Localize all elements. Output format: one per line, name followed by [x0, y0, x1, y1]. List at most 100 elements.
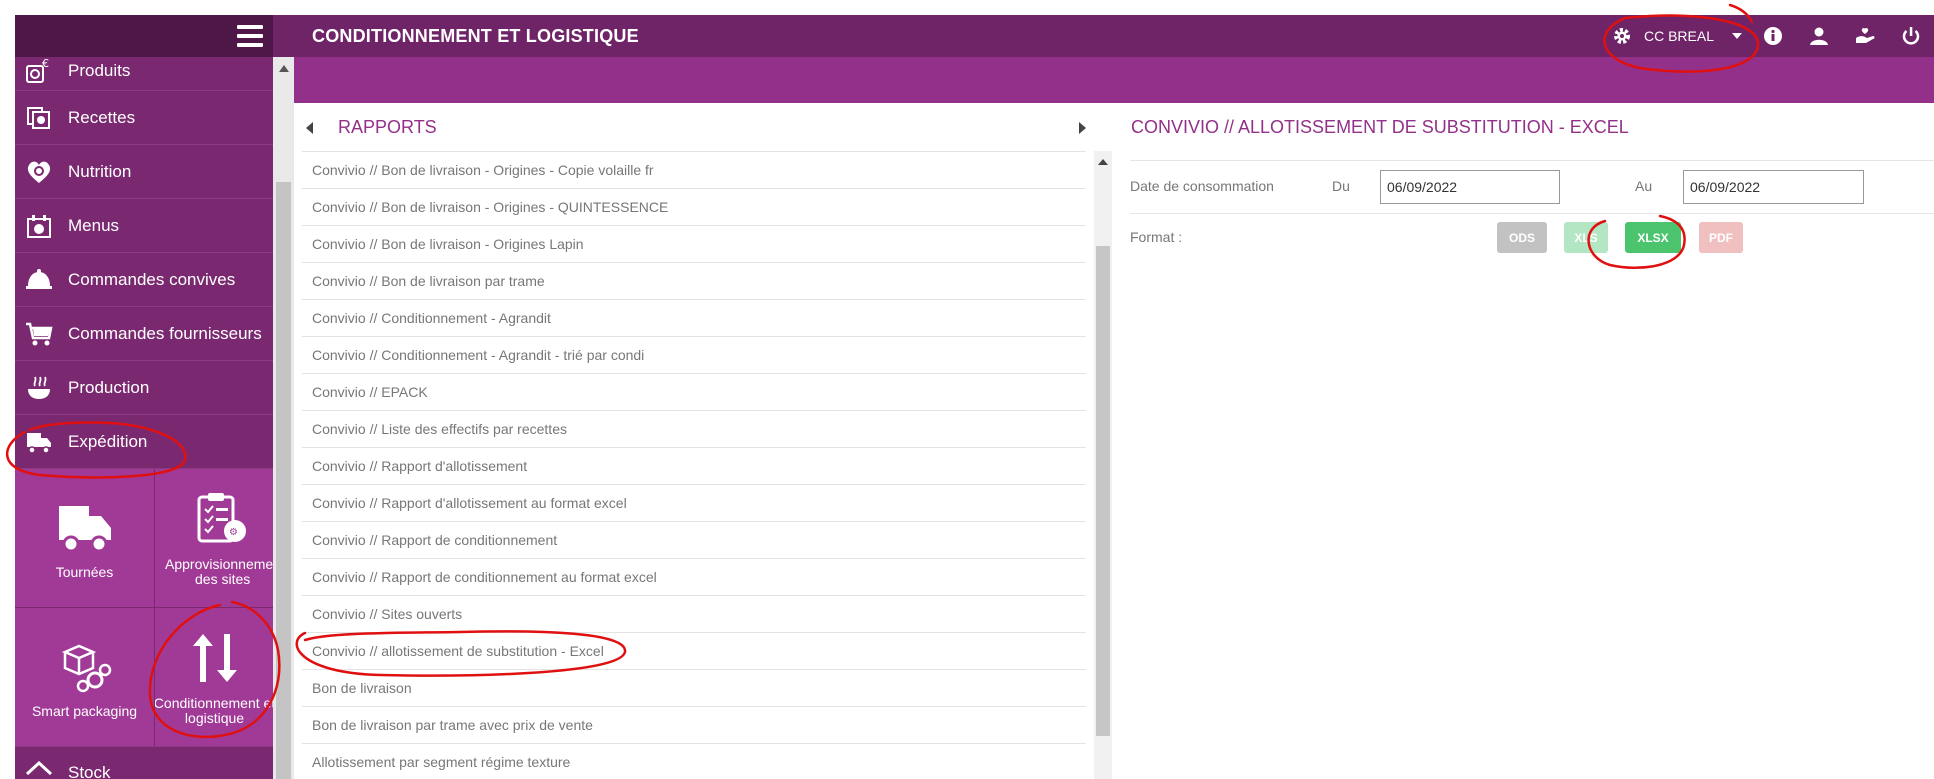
- sidebar-item-produits[interactable]: € Produits: [15, 51, 273, 91]
- site-selector[interactable]: CC BREAL: [1604, 15, 1750, 57]
- report-item[interactable]: Convivio // Sites ouverts: [302, 595, 1086, 632]
- sidebar-scrollbar[interactable]: [273, 57, 294, 779]
- scrollbar-thumb[interactable]: [276, 182, 291, 779]
- hamburger-menu-icon[interactable]: [237, 25, 263, 47]
- help-button[interactable]: [1842, 15, 1888, 57]
- reports-list: Convivio // Bon de livraison - Origines …: [302, 151, 1086, 779]
- format-ods-button[interactable]: ODS: [1497, 222, 1547, 253]
- report-item[interactable]: Convivio // Rapport d'allotissement: [302, 447, 1086, 484]
- sidebar-item-label: Nutrition: [68, 161, 132, 181]
- report-item[interactable]: Convivio // Liste des effectifs par rece…: [302, 410, 1086, 447]
- sidebar-item-nutrition[interactable]: Nutrition: [15, 145, 273, 199]
- report-item[interactable]: Convivio // Conditionnement - Agrandit: [302, 299, 1086, 336]
- format-xlsx-button[interactable]: XLSX: [1625, 222, 1681, 253]
- sidebar-item-label: Stock: [68, 763, 111, 779]
- au-label: Au: [1635, 178, 1653, 194]
- recipes-icon: [25, 104, 53, 132]
- du-label: Du: [1332, 178, 1350, 194]
- scroll-up-icon[interactable]: [1098, 159, 1108, 165]
- sub-header-bar: [294, 57, 1934, 103]
- sidebar-item-label: Menus: [68, 215, 120, 235]
- clipboard-icon: ⚙: [191, 489, 251, 549]
- page-title: CONDITIONNEMENT ET LOGISTIQUE: [312, 26, 639, 46]
- sidebar-item-recettes[interactable]: Recettes: [15, 91, 273, 145]
- sidebar-item-production[interactable]: Production: [15, 361, 273, 415]
- house-icon: [25, 759, 53, 779]
- sub-menu-tiles: Tournées ⚙ Approvisionnement des sites S…: [15, 469, 273, 746]
- power-icon: [1902, 27, 1920, 45]
- info-button[interactable]: [1750, 15, 1796, 57]
- sidebar-item-menus[interactable]: Menus: [15, 199, 273, 253]
- tile-label-line1: Conditionnement et: [155, 695, 273, 711]
- tile-label-line1: Approvisionnement: [165, 556, 273, 572]
- cooking-pot-icon: [25, 374, 53, 402]
- report-form-title: CONVIVIO // ALLOTISSEMENT DE SUBSTITUTIO…: [1131, 117, 1629, 137]
- heart-icon: [25, 158, 53, 186]
- boxes-gears-icon: [55, 636, 115, 696]
- tile-label: Smart packaging: [31, 702, 138, 719]
- user-icon: [1810, 27, 1828, 45]
- tile-tournees[interactable]: Tournées: [15, 469, 154, 607]
- report-item[interactable]: Convivio // Rapport de conditionnement: [302, 521, 1086, 558]
- sidebar-item-label: Produits: [68, 60, 131, 80]
- collapse-left-icon[interactable]: [306, 122, 313, 134]
- format-xls-button[interactable]: XLS: [1564, 222, 1608, 253]
- sidebar-item-expedition[interactable]: Expédition: [15, 415, 273, 469]
- sidebar: € Produits Recettes Nutrition Menus Comm…: [15, 15, 273, 779]
- logout-button[interactable]: [1888, 15, 1934, 57]
- report-item-selected[interactable]: Convivio // allotissement de substitutio…: [302, 632, 1086, 669]
- tile-approvisionnement[interactable]: ⚙ Approvisionnement des sites: [155, 469, 273, 607]
- hand-heart-icon: [1856, 27, 1875, 43]
- sidebar-item-commandes-fournisseurs[interactable]: Commandes fournisseurs: [15, 307, 273, 361]
- report-item[interactable]: Convivio // EPACK: [302, 373, 1086, 410]
- report-item[interactable]: Bon de livraison: [302, 669, 1086, 706]
- report-item[interactable]: Convivio // Bon de livraison - Origines …: [302, 151, 1086, 188]
- date-row: Date de consommation Du Au: [1130, 160, 1934, 214]
- scroll-up-icon[interactable]: [279, 65, 289, 72]
- date-label: Date de consommation: [1130, 178, 1274, 194]
- sidebar-item-commandes-convives[interactable]: Commandes convives: [15, 253, 273, 307]
- report-item[interactable]: Convivio // Bon de livraison - Origines …: [302, 225, 1086, 262]
- menu-icon: [25, 212, 53, 240]
- sidebar-item-label: Commandes fournisseurs: [68, 323, 262, 343]
- scrollbar-thumb[interactable]: [1096, 246, 1110, 736]
- format-row: Format : ODS XLS XLSX PDF: [1130, 214, 1934, 264]
- truck-icon: [25, 428, 53, 456]
- reports-scrollbar[interactable]: [1094, 151, 1112, 779]
- cloche-icon: [25, 266, 53, 294]
- up-down-arrows-icon: [185, 628, 245, 688]
- sidebar-nav: € Produits Recettes Nutrition Menus Comm…: [15, 57, 273, 779]
- info-icon: [1764, 27, 1782, 45]
- chevron-down-icon: [1732, 33, 1742, 39]
- report-item[interactable]: Allotissement par segment régime texture: [302, 743, 1086, 779]
- gear-icon: [1612, 26, 1632, 46]
- sidebar-item-label: Commandes convives: [68, 269, 236, 289]
- user-button[interactable]: [1796, 15, 1842, 57]
- svg-text:€: €: [42, 58, 49, 70]
- reports-title: RAPPORTS: [338, 117, 437, 137]
- sidebar-item-label: Production: [68, 377, 150, 397]
- tile-smart-packaging[interactable]: Smart packaging: [15, 608, 154, 746]
- date-to-input[interactable]: [1683, 170, 1864, 204]
- top-header: CONDITIONNEMENT ET LOGISTIQUE CC BREAL: [273, 15, 1934, 57]
- products-icon: €: [25, 57, 53, 85]
- report-item[interactable]: Convivio // Bon de livraison par trame: [302, 262, 1086, 299]
- format-label: Format :: [1130, 229, 1183, 245]
- report-item[interactable]: Convivio // Bon de livraison - Origines …: [302, 188, 1086, 225]
- header-actions: CC BREAL: [1604, 15, 1934, 57]
- sidebar-item-stock[interactable]: Stock: [15, 746, 273, 779]
- format-pdf-button[interactable]: PDF: [1699, 222, 1743, 253]
- reports-panel-header: RAPPORTS: [294, 103, 1095, 151]
- truck-icon: [55, 497, 115, 557]
- report-form-panel: CONVIVIO // ALLOTISSEMENT DE SUBSTITUTIO…: [1114, 103, 1934, 779]
- expand-right-icon[interactable]: [1079, 122, 1086, 134]
- report-item[interactable]: Convivio // Rapport d'allotissement au f…: [302, 484, 1086, 521]
- tile-label-line2: logistique: [184, 710, 245, 726]
- reports-panel: RAPPORTS Convivio // Bon de livraison - …: [294, 103, 1112, 779]
- tile-conditionnement-logistique[interactable]: Conditionnement et logistique: [155, 608, 273, 746]
- report-item[interactable]: Convivio // Conditionnement - Agrandit -…: [302, 336, 1086, 373]
- date-from-input[interactable]: [1380, 170, 1560, 204]
- site-name: CC BREAL: [1643, 28, 1714, 44]
- report-item[interactable]: Convivio // Rapport de conditionnement a…: [302, 558, 1086, 595]
- report-item[interactable]: Bon de livraison par trame avec prix de …: [302, 706, 1086, 743]
